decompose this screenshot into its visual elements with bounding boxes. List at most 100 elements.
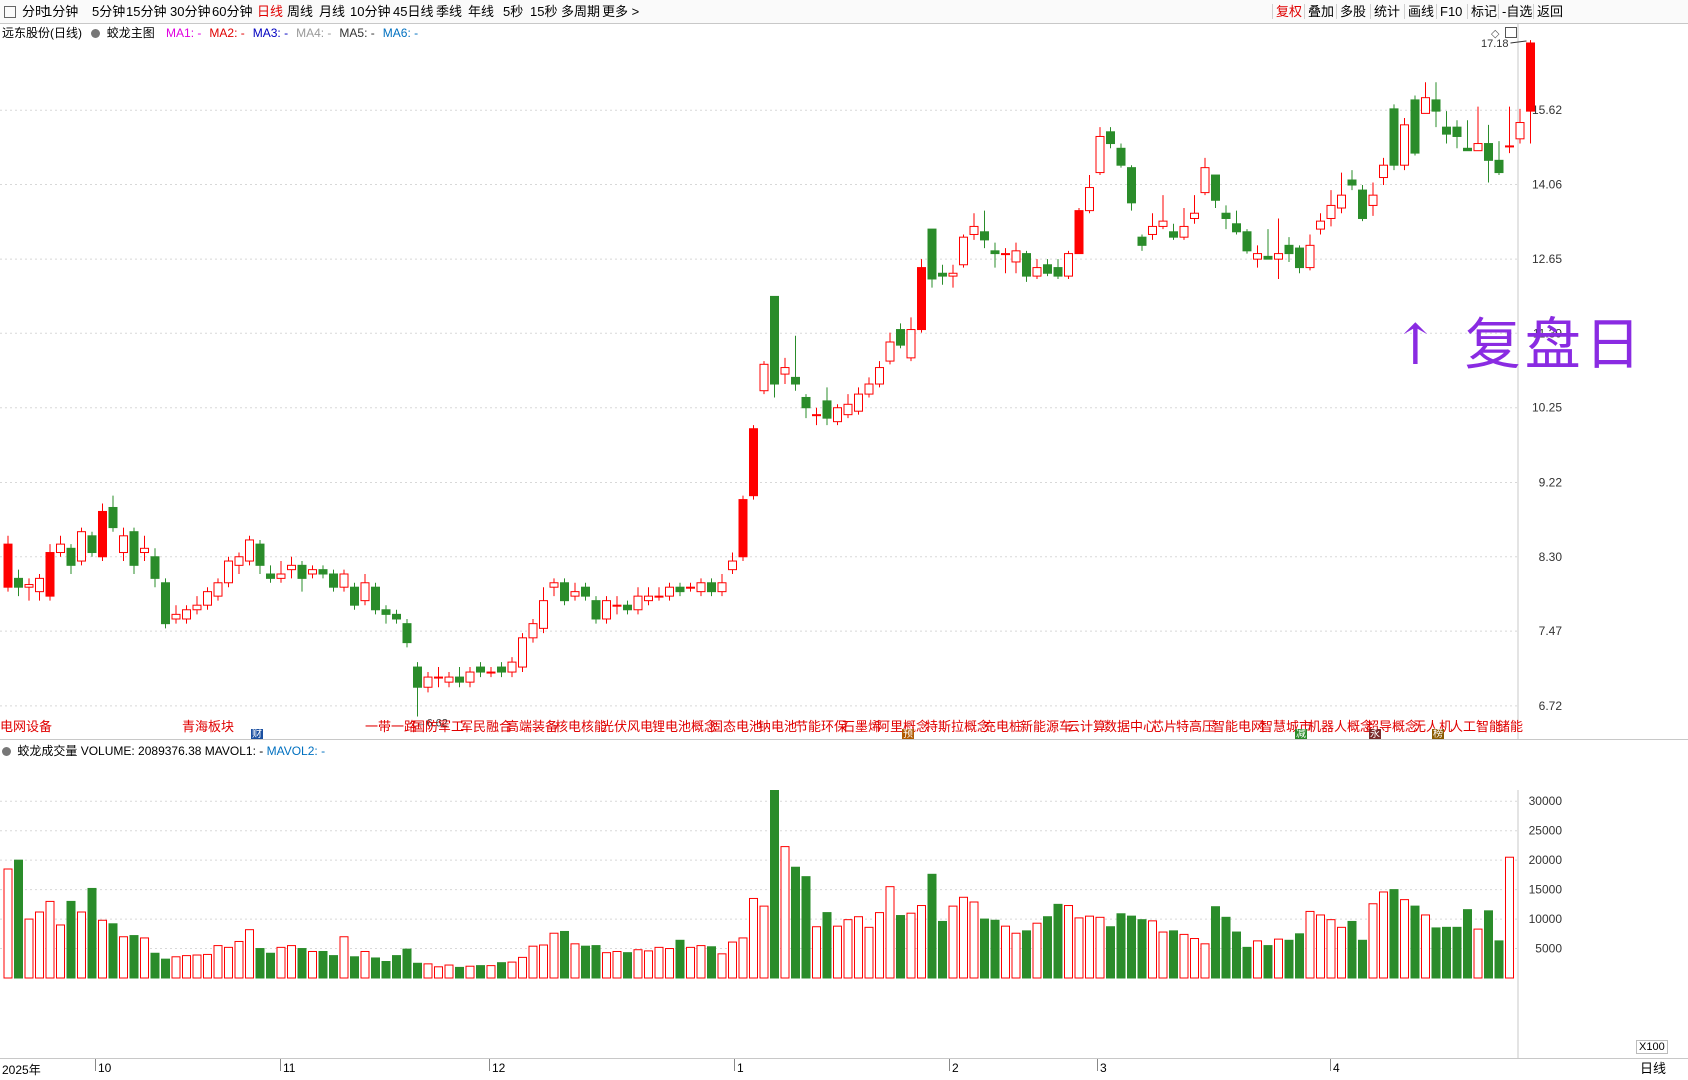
candle[interactable]	[1148, 213, 1157, 240]
candle[interactable]	[539, 587, 548, 634]
tool-button-4[interactable]: 画线	[1408, 0, 1434, 23]
candle[interactable]	[1316, 213, 1325, 235]
candle[interactable]	[1137, 234, 1147, 251]
candle[interactable]	[833, 404, 842, 426]
candle[interactable]	[1232, 210, 1241, 235]
volume-bar[interactable]	[633, 949, 643, 979]
candle[interactable]	[518, 633, 527, 673]
period-tab-9[interactable]: 10分钟	[350, 0, 390, 23]
volume-bar[interactable]	[644, 950, 653, 979]
concept-tag[interactable]: 钠电池	[758, 716, 797, 735]
candle[interactable]	[654, 587, 664, 601]
period-tab-14[interactable]: 15秒	[530, 0, 557, 23]
volume-bar[interactable]	[497, 962, 506, 979]
candle[interactable]	[528, 618, 538, 643]
volume-bar[interactable]	[1295, 933, 1304, 979]
volume-bar[interactable]	[129, 935, 139, 979]
volume-bar[interactable]	[224, 946, 233, 979]
concept-tag[interactable]: 高端装备	[506, 716, 558, 735]
candle[interactable]	[192, 596, 202, 615]
volume-bar[interactable]	[1410, 905, 1420, 979]
volume-bar[interactable]	[392, 955, 401, 979]
candle[interactable]	[14, 569, 23, 597]
candle[interactable]	[1211, 174, 1220, 209]
period-tab-16[interactable]: 更多 >	[602, 0, 639, 23]
candle[interactable]	[1179, 208, 1189, 240]
candle[interactable]	[161, 578, 170, 629]
volume-bar[interactable]	[822, 912, 832, 979]
volume-bar[interactable]	[1200, 943, 1210, 979]
candle[interactable]	[1494, 141, 1504, 176]
volume-bar[interactable]	[917, 905, 926, 979]
candle[interactable]	[1253, 245, 1262, 268]
volume-bar[interactable]	[1326, 919, 1336, 979]
volume-bar[interactable]	[308, 950, 317, 979]
volume-bar[interactable]	[581, 945, 590, 979]
candle[interactable]	[1358, 185, 1367, 222]
candle[interactable]	[707, 578, 716, 597]
volume-bar[interactable]	[696, 945, 706, 979]
candle[interactable]	[917, 259, 926, 333]
candle[interactable]	[812, 407, 821, 426]
volume-bar[interactable]	[360, 950, 370, 979]
volume-bar[interactable]	[119, 936, 128, 979]
candle[interactable]	[203, 587, 212, 610]
volume-bar[interactable]	[213, 945, 223, 979]
volume-bar[interactable]	[1421, 914, 1430, 979]
volume-bar[interactable]	[1452, 926, 1462, 979]
concept-tag[interactable]: 充电桩	[983, 716, 1022, 735]
concept-tag[interactable]: 智能电网	[1212, 716, 1264, 735]
candle[interactable]	[507, 657, 517, 678]
volume-bar[interactable]	[402, 948, 412, 979]
candle[interactable]	[287, 556, 296, 579]
candle[interactable]	[87, 531, 97, 557]
candle[interactable]	[1284, 237, 1294, 262]
volume-bar[interactable]	[612, 950, 622, 979]
candle[interactable]	[213, 578, 223, 601]
period-tab-6[interactable]: 日线	[257, 0, 283, 23]
volume-bar[interactable]	[1011, 932, 1021, 979]
volume-bar[interactable]	[371, 957, 380, 979]
candle[interactable]	[1127, 165, 1136, 211]
volume-bar[interactable]	[1043, 916, 1052, 979]
candle[interactable]	[1106, 127, 1115, 149]
volume-bar[interactable]	[591, 945, 601, 979]
candle[interactable]	[1242, 229, 1252, 254]
grid-icon[interactable]	[4, 6, 16, 18]
concept-tag[interactable]: 军民融合	[460, 716, 512, 735]
candle[interactable]	[1515, 108, 1525, 144]
candle[interactable]	[381, 605, 391, 624]
volume-bar[interactable]	[1190, 938, 1199, 979]
candle[interactable]	[738, 495, 748, 562]
volume-bar[interactable]	[843, 919, 853, 979]
candle[interactable]	[1326, 190, 1336, 227]
candle[interactable]	[675, 582, 685, 597]
candle[interactable]	[1473, 106, 1483, 152]
candle[interactable]	[276, 561, 286, 583]
volume-bar[interactable]	[203, 953, 212, 979]
volume-bar[interactable]	[1389, 889, 1399, 979]
candle[interactable]	[686, 582, 695, 592]
volume-bar[interactable]	[1095, 916, 1105, 979]
volume-bar[interactable]	[56, 924, 65, 979]
candle[interactable]	[549, 578, 559, 597]
candle[interactable]	[1200, 157, 1210, 196]
candle[interactable]	[1295, 245, 1304, 274]
candle[interactable]	[423, 672, 433, 693]
tool-button-3[interactable]: 统计	[1374, 0, 1400, 23]
candle[interactable]	[129, 527, 139, 574]
volume-bar[interactable]	[1179, 933, 1189, 979]
candle[interactable]	[896, 323, 905, 349]
concept-tag[interactable]: 特斯拉概念	[925, 716, 990, 735]
tool-button-7[interactable]: -自选	[1502, 0, 1532, 23]
volume-bar[interactable]	[1106, 926, 1115, 979]
period-tab-7[interactable]: 周线	[287, 0, 313, 23]
candle[interactable]	[255, 539, 265, 574]
candle[interactable]	[1337, 172, 1346, 214]
candle[interactable]	[854, 387, 863, 415]
volume-bar[interactable]	[476, 965, 485, 979]
volume-bar[interactable]	[35, 911, 44, 979]
volume-bar[interactable]	[140, 937, 149, 979]
candle[interactable]	[1431, 82, 1441, 128]
candle[interactable]	[948, 264, 958, 288]
